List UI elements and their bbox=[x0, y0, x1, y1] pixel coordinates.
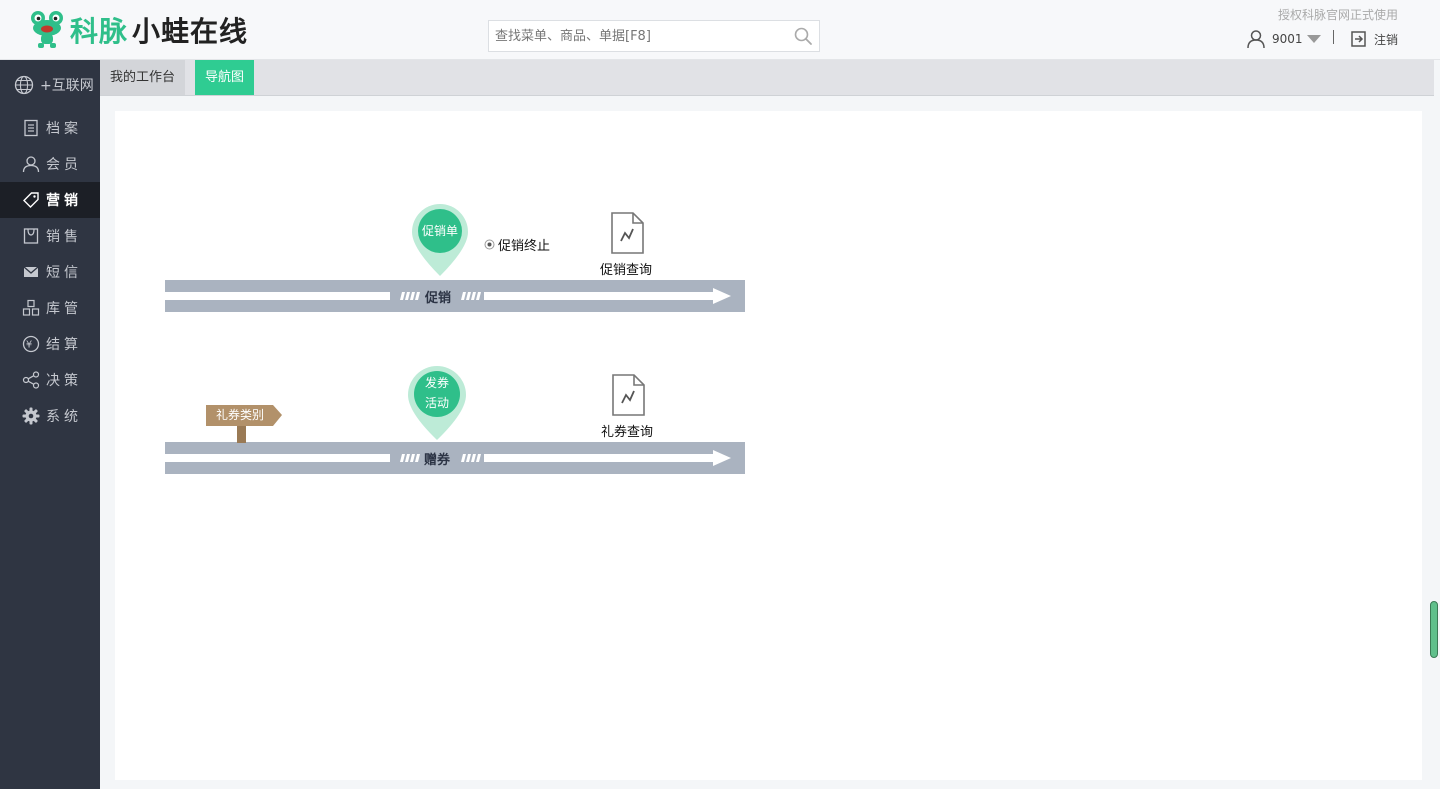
sidebar-item-label: 销售 bbox=[46, 229, 82, 245]
lane-label-coupon: 赠券 bbox=[424, 453, 451, 468]
search-icon[interactable] bbox=[793, 26, 813, 46]
promotion-stop-label: 促销终止 bbox=[498, 239, 551, 254]
sidebar-item-label: 系统 bbox=[46, 409, 82, 425]
map-pin-icon bbox=[412, 204, 468, 276]
gear-icon bbox=[22, 407, 40, 425]
report-file-icon bbox=[611, 212, 644, 254]
sidebar: +互联网 档案 会员 营销 销售 短信 库管 ¥ 结算 决策 系统 bbox=[0, 60, 100, 789]
sidebar-item-archive[interactable]: 档案 bbox=[0, 110, 100, 146]
tag-icon bbox=[23, 192, 39, 208]
user-menu[interactable]: 9001 bbox=[1246, 28, 1322, 50]
globe-icon bbox=[14, 75, 34, 95]
lane-road bbox=[165, 442, 745, 474]
sidebar-item-label: 短信 bbox=[46, 265, 82, 281]
lane-road bbox=[165, 280, 745, 312]
sidebar-item-label: 结算 bbox=[46, 337, 82, 353]
sidebar-item-inventory[interactable]: 库管 bbox=[0, 290, 100, 326]
tab-navmap[interactable]: 导航图 bbox=[195, 60, 255, 95]
logout-label: 注销 bbox=[1374, 32, 1399, 47]
sidebar-item-system[interactable]: 系统 bbox=[0, 398, 100, 434]
sidebar-item-marketing[interactable]: 营销 bbox=[0, 182, 100, 218]
coupon-activity-pin[interactable]: 发券 活动 bbox=[407, 365, 467, 441]
logout-icon bbox=[1351, 31, 1366, 47]
sidebar-item-label: +互联网 bbox=[40, 78, 94, 94]
tab-bar: 我的工作台 导航图 bbox=[100, 60, 1434, 96]
signpost-label: 礼券类别 bbox=[215, 408, 264, 422]
sidebar-item-internet[interactable]: +互联网 bbox=[0, 60, 100, 110]
promotion-query-label[interactable]: 促销查询 bbox=[600, 259, 652, 278]
radio-dot-icon bbox=[484, 239, 495, 250]
navmap-canvas: 促销 促销单 促销终止 促销查询 赠券 礼券类别 发券 活动 礼券查询 bbox=[115, 111, 1422, 780]
brand-logo[interactable]: 科脉 小蛙在线 bbox=[30, 8, 248, 52]
mail-icon bbox=[23, 266, 39, 277]
sidebar-item-settlement[interactable]: ¥ 结算 bbox=[0, 326, 100, 362]
search-box bbox=[488, 20, 820, 52]
sidebar-item-label: 档案 bbox=[46, 121, 82, 137]
coupon-category-signpost[interactable]: 礼券类别 bbox=[205, 403, 285, 443]
tab-workbench[interactable]: 我的工作台 bbox=[100, 60, 186, 95]
report-file-icon bbox=[612, 374, 645, 416]
share-icon bbox=[22, 371, 40, 389]
user-icon bbox=[1247, 30, 1265, 49]
pin-label-line1: 发券 bbox=[424, 376, 449, 390]
user-name: 9001 bbox=[1272, 32, 1303, 46]
user-icon bbox=[22, 156, 40, 173]
sidebar-item-sales[interactable]: 销售 bbox=[0, 218, 100, 254]
sidebar-item-label: 会员 bbox=[46, 157, 82, 173]
sidebar-item-label: 营销 bbox=[46, 193, 82, 209]
yen-icon: ¥ bbox=[22, 335, 40, 353]
chevron-down-icon bbox=[1306, 35, 1321, 43]
boxes-icon bbox=[22, 299, 40, 316]
sidebar-item-label: 决策 bbox=[46, 373, 82, 389]
license-text: 授权科脉官网正式使用 bbox=[1277, 8, 1398, 22]
document-icon bbox=[24, 119, 38, 137]
frog-logo-icon bbox=[31, 11, 63, 48]
bag-icon bbox=[23, 228, 39, 244]
sidebar-item-label: 库管 bbox=[46, 301, 82, 317]
brand-subtitle: 小蛙在线 bbox=[132, 15, 249, 48]
header-divider bbox=[1333, 30, 1334, 44]
scrollbar-thumb[interactable] bbox=[1430, 601, 1438, 658]
search-input[interactable] bbox=[489, 21, 779, 51]
sidebar-item-member[interactable]: 会员 bbox=[0, 146, 100, 182]
lane-label-promotion: 促销 bbox=[425, 291, 452, 306]
pin-label: 促销单 bbox=[421, 224, 458, 238]
promotion-order-pin[interactable]: 促销单 bbox=[411, 203, 469, 277]
top-header: 科脉 小蛙在线 授权科脉官网正式使用 9001 注销 bbox=[0, 0, 1440, 60]
pin-label-line2: 活动 bbox=[424, 396, 449, 410]
brand-name: 科脉 bbox=[70, 15, 129, 48]
promotion-stop-option[interactable]: 促销终止 bbox=[484, 235, 550, 254]
sidebar-item-decision[interactable]: 决策 bbox=[0, 362, 100, 398]
svg-text:¥: ¥ bbox=[26, 340, 36, 351]
coupon-query-label[interactable]: 礼券查询 bbox=[601, 421, 653, 440]
logout-button[interactable]: 注销 bbox=[1350, 28, 1398, 50]
sidebar-item-sms[interactable]: 短信 bbox=[0, 254, 100, 290]
